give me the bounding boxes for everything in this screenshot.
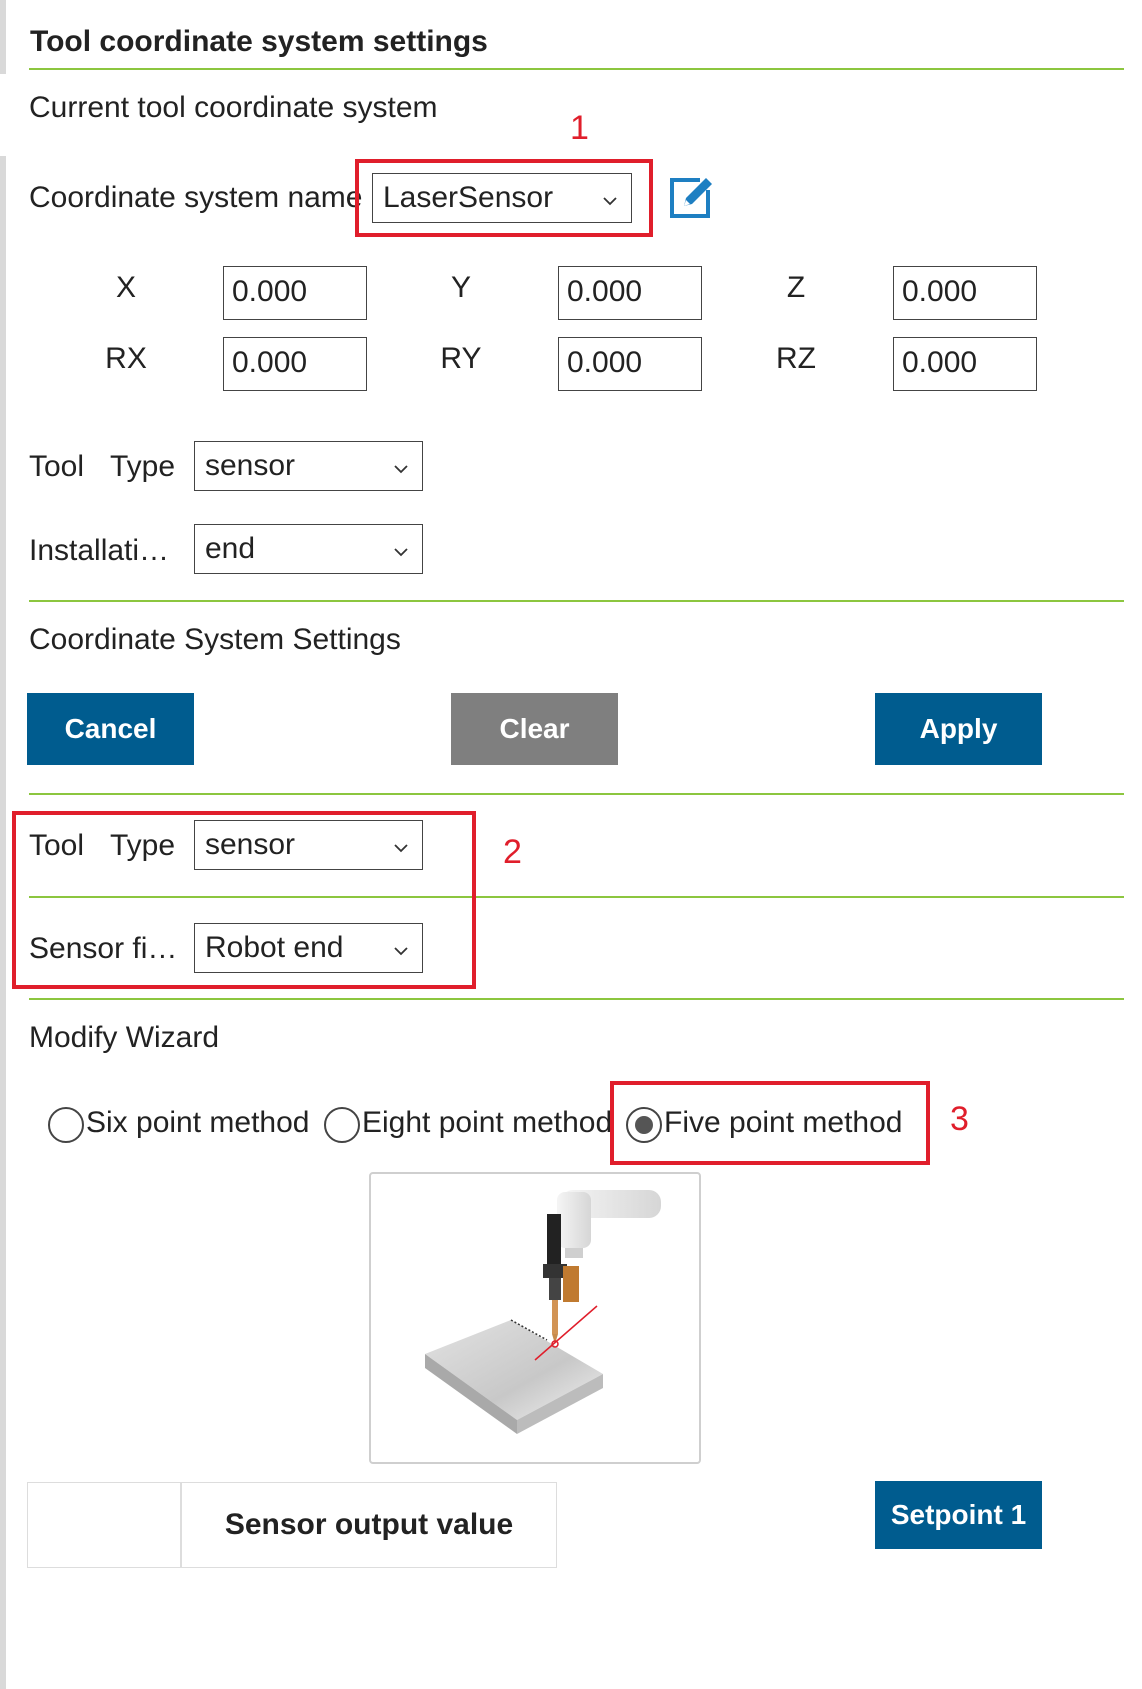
annotation-box-2: [12, 811, 476, 989]
type-label: Type: [110, 450, 176, 483]
setpoint-1-button[interactable]: Setpoint 1: [875, 1481, 1042, 1549]
sensor-output-label: Sensor output value: [224, 1508, 514, 1541]
coord-name-label: Coordinate system name: [29, 181, 363, 214]
axis-label-x: X: [115, 271, 136, 304]
axis-label-rx: RX: [105, 342, 147, 375]
six-point-label[interactable]: Six point method: [86, 1103, 309, 1143]
tool-label: Tool: [29, 450, 85, 483]
divider: [29, 793, 1124, 795]
sensor-output-header: Sensor output value: [181, 1482, 557, 1568]
annotation-1: 1: [570, 109, 589, 147]
z-input[interactable]: 0.000: [893, 266, 1037, 320]
clear-button[interactable]: Clear: [451, 693, 618, 765]
annotation-box-3: [610, 1081, 930, 1165]
annotation-2: 2: [503, 833, 522, 871]
current-section-heading: Current tool coordinate system: [29, 91, 438, 124]
coord-name-value: LaserSensor: [383, 181, 554, 214]
axis-label-y: Y: [450, 271, 471, 304]
coord-name-select[interactable]: LaserSensor: [372, 173, 632, 223]
tool-type-value: sensor: [205, 449, 296, 482]
installation-value: end: [205, 532, 256, 565]
settings-section-heading: Coordinate System Settings: [29, 623, 401, 656]
table-cell-empty: [27, 1482, 181, 1568]
left-edge-bar: [0, 156, 6, 1689]
axis-label-z: Z: [786, 271, 806, 304]
wizard-illustration-frame: [369, 1172, 701, 1464]
rx-input[interactable]: 0.000: [223, 337, 367, 391]
chevron-down-icon: [394, 548, 408, 557]
apply-button[interactable]: Apply: [875, 693, 1042, 765]
divider: [29, 68, 1124, 70]
divider: [29, 998, 1124, 1000]
six-point-radio[interactable]: [48, 1107, 84, 1143]
page-title: Tool coordinate system settings: [30, 25, 488, 58]
installation-label: Installati…: [29, 534, 170, 567]
divider: [29, 600, 1124, 602]
ry-input[interactable]: 0.000: [558, 337, 702, 391]
rz-input[interactable]: 0.000: [893, 337, 1037, 391]
annotation-3: 3: [950, 1100, 969, 1138]
axis-label-rz: RZ: [776, 342, 816, 375]
robot-laser-sensor-illustration-icon: [425, 1190, 661, 1434]
left-edge-bar: [0, 0, 6, 74]
eight-point-radio[interactable]: [324, 1107, 360, 1143]
x-input[interactable]: 0.000: [223, 266, 367, 320]
cancel-button[interactable]: Cancel: [27, 693, 194, 765]
chevron-down-icon: [603, 197, 617, 206]
installation-select[interactable]: end: [194, 524, 423, 574]
axis-label-ry: RY: [440, 342, 482, 375]
edit-icon[interactable]: [666, 172, 716, 220]
tool-type-select[interactable]: sensor: [194, 441, 423, 491]
y-input[interactable]: 0.000: [558, 266, 702, 320]
wizard-heading: Modify Wizard: [29, 1021, 220, 1054]
chevron-down-icon: [394, 465, 408, 474]
eight-point-label[interactable]: Eight point method: [362, 1103, 612, 1143]
